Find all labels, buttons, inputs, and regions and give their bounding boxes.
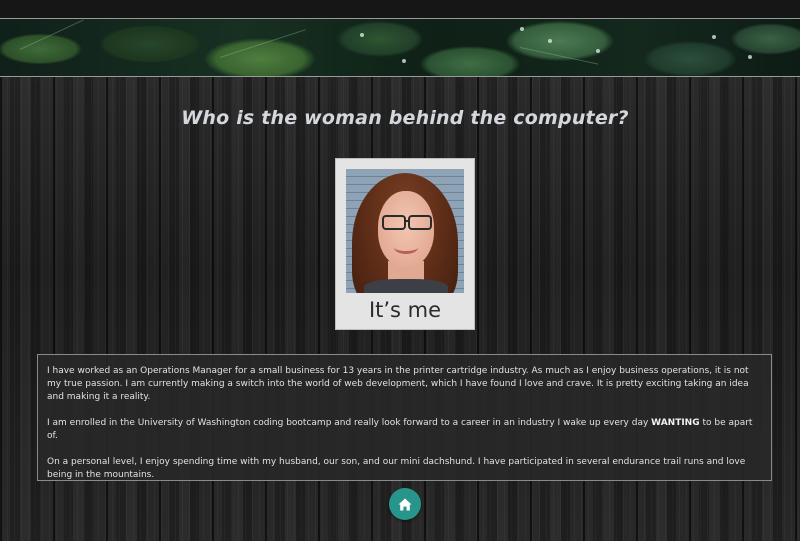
about-text: I am enrolled in the University of Washi… [47, 418, 652, 428]
water-drop [402, 59, 406, 63]
photo-shirt [364, 279, 448, 293]
page-title: Who is the woman behind the computer? [181, 107, 629, 129]
top-strip [0, 0, 800, 18]
about-paragraph: I am enrolled in the University of Washi… [47, 417, 763, 443]
water-drop [596, 49, 600, 53]
about-paragraph: On a personal level, I enjoy spending ti… [47, 457, 746, 480]
home-icon [398, 498, 412, 510]
glasses-lens [382, 215, 406, 230]
profile-photo [346, 169, 464, 293]
about-me-box: I have worked as an Operations Manager f… [37, 354, 772, 481]
leaf-vein [219, 29, 306, 58]
water-drop [360, 33, 364, 37]
about-paragraph: I have worked as an Operations Manager f… [47, 366, 749, 402]
profile-polaroid: It’s me [336, 159, 474, 329]
leaf-vein [519, 47, 599, 65]
leaf-vein [19, 19, 84, 50]
water-drop [520, 27, 524, 31]
water-drop [548, 39, 552, 43]
glasses-lens [408, 215, 432, 230]
photo-caption: It’s me [368, 298, 442, 322]
emphasis-text: WANTING [651, 418, 700, 428]
water-drop [712, 35, 716, 39]
header-banner-image [0, 18, 800, 77]
photo-smile [394, 241, 418, 254]
home-button[interactable] [389, 488, 421, 520]
glasses-bridge [404, 220, 410, 222]
water-drop [748, 55, 752, 59]
